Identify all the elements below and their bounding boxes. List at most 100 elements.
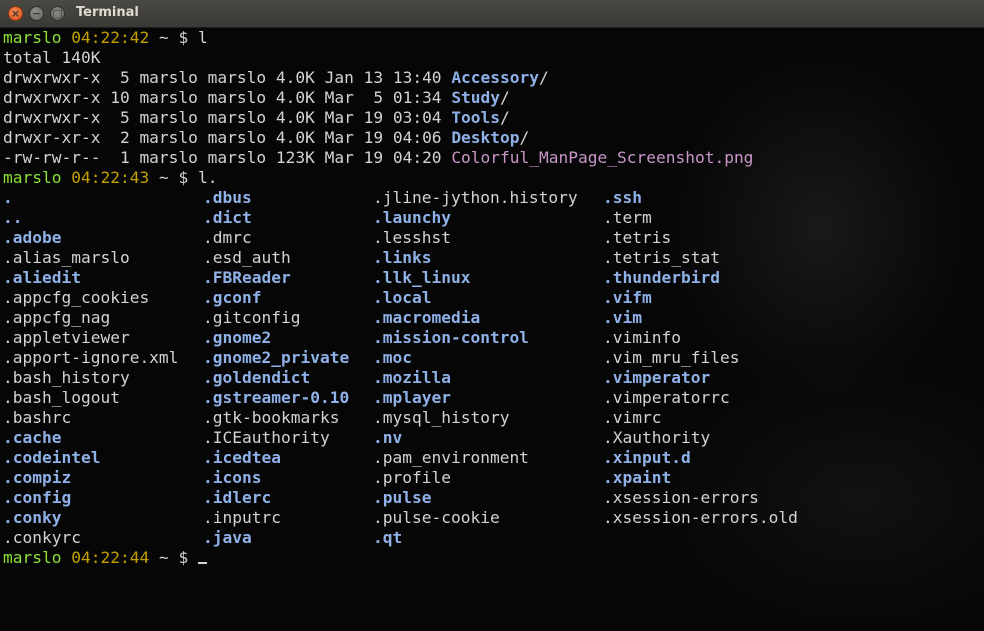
- directory-entry: .idlerc: [203, 488, 272, 507]
- minimize-icon[interactable]: −: [29, 6, 44, 21]
- maximize-icon[interactable]: □: [50, 6, 65, 21]
- file-entry: .ICEauthority: [203, 428, 330, 447]
- file-entry: .esd_auth: [203, 248, 291, 267]
- directory-entry: .llk_linux: [373, 268, 471, 287]
- listing-total: total 140K: [3, 48, 101, 67]
- prompt-symbol: $: [178, 28, 189, 47]
- file-entry: .profile: [373, 468, 451, 487]
- directory-name: Desktop: [451, 128, 520, 147]
- prompt-time: 04:22:44: [71, 548, 150, 567]
- directory-entry: .adobe: [3, 228, 62, 247]
- prompt-user: marslo: [3, 168, 62, 187]
- prompt-time: 04:22:43: [71, 168, 150, 187]
- directory-entry: .qt: [373, 528, 403, 547]
- command-text: l: [197, 28, 208, 47]
- terminal-window: × − □ Terminal marslo 04:22:42 ~ $ l tot…: [0, 0, 984, 631]
- path-suffix: /: [500, 88, 510, 107]
- directory-entry: .: [3, 188, 13, 207]
- directory-entry: .icedtea: [203, 448, 281, 467]
- prompt-path: ~: [158, 28, 169, 47]
- directory-entry: .vimperator: [603, 368, 711, 387]
- directory-entry: .pulse: [373, 488, 432, 507]
- directory-entry: .links: [373, 248, 432, 267]
- file-entry: .term: [603, 208, 652, 227]
- file-meta: drwxrwxr-x 5 marslo marslo 4.0K Jan 13 1…: [3, 68, 452, 87]
- text-cursor: [197, 548, 207, 564]
- directory-entry: .dict: [203, 208, 252, 227]
- file-entry: .vimperatorrc: [603, 388, 730, 407]
- path-suffix: /: [519, 128, 530, 147]
- directory-entry: .dbus: [203, 188, 252, 207]
- directory-entry: ..: [3, 208, 23, 227]
- file-entry: .pulse-cookie: [373, 508, 500, 527]
- directory-entry: .compiz: [3, 468, 72, 487]
- listing-row: drwxrwxr-x 5 marslo marslo 4.0K Jan 13 1…: [3, 68, 549, 88]
- prompt-line: marslo 04:22:42 ~ $ l: [3, 28, 208, 48]
- listing-row: drwxrwxr-x 5 marslo marslo 4.0K Mar 19 0…: [3, 108, 510, 128]
- prompt-line: marslo 04:22:44 ~ $: [3, 548, 207, 568]
- file-meta: drwxr-xr-x 2 marslo marslo 4.0K Mar 19 0…: [3, 128, 452, 147]
- file-meta: drwxrwxr-x 10 marslo marslo 4.0K Mar 5 0…: [3, 88, 452, 107]
- file-entry: .xsession-errors: [603, 488, 759, 507]
- file-entry: .tetris_stat: [603, 248, 720, 267]
- directory-entry: .launchy: [373, 208, 451, 227]
- path-suffix: /: [539, 68, 549, 87]
- directory-name: Tools: [451, 108, 501, 127]
- prompt-symbol: $: [178, 548, 189, 567]
- directory-entry: .moc: [373, 348, 412, 367]
- file-entry: .dmrc: [203, 228, 252, 247]
- file-entry: .bashrc: [3, 408, 72, 427]
- file-entry: .inputrc: [203, 508, 281, 527]
- directory-entry: .thunderbird: [603, 268, 720, 287]
- directory-entry: .aliedit: [3, 268, 81, 287]
- window-title: Terminal: [76, 5, 139, 20]
- listing-row: drwxr-xr-x 2 marslo marslo 4.0K Mar 19 0…: [3, 128, 529, 148]
- terminal-output[interactable]: marslo 04:22:42 ~ $ l total 140K drwxrwx…: [0, 28, 984, 631]
- directory-entry: .cache: [3, 428, 62, 447]
- file-entry: .mysql_history: [373, 408, 510, 427]
- directory-entry: .mozilla: [373, 368, 451, 387]
- file-entry: .bash_history: [3, 368, 130, 387]
- directory-entry: .java: [203, 528, 252, 547]
- file-entry: .bash_logout: [3, 388, 120, 407]
- prompt-symbol: $: [178, 168, 189, 187]
- file-entry: .conkyrc: [3, 528, 81, 547]
- file-entry: .tetris: [603, 228, 672, 247]
- directory-name: Study: [451, 88, 501, 107]
- file-entry: .apport-ignore.xml: [3, 348, 179, 367]
- title-bar: × − □ Terminal: [0, 0, 984, 28]
- file-entry: .alias_marslo: [3, 248, 130, 267]
- file-entry: .appcfg_cookies: [3, 288, 150, 307]
- file-entry: .lesshst: [373, 228, 451, 247]
- file-entry: .appcfg_nag: [3, 308, 111, 327]
- directory-entry: .nv: [373, 428, 403, 447]
- directory-entry: .FBReader: [203, 268, 291, 287]
- directory-entry: .xpaint: [603, 468, 672, 487]
- path-suffix: /: [500, 108, 510, 127]
- file-entry: .xsession-errors.old: [603, 508, 798, 527]
- prompt-user: marslo: [3, 28, 62, 47]
- directory-entry: .gnome2_private: [203, 348, 350, 367]
- close-icon[interactable]: ×: [8, 6, 23, 21]
- directory-entry: .vim: [603, 308, 642, 327]
- directory-entry: .gnome2: [203, 328, 272, 347]
- directory-entry: .config: [3, 488, 72, 507]
- directory-entry: .ssh: [603, 188, 642, 207]
- file-entry: .gtk-bookmarks: [203, 408, 340, 427]
- command-text: l.: [197, 168, 218, 187]
- directory-name: Accessory: [451, 68, 540, 87]
- prompt-user: marslo: [3, 548, 62, 567]
- file-entry: .vimrc: [603, 408, 662, 427]
- file-entry: .jline-jython.history: [373, 188, 578, 207]
- file-name: Colorful_ManPage_Screenshot.png: [451, 148, 754, 167]
- directory-entry: .goldendict: [203, 368, 311, 387]
- directory-entry: .xinput.d: [603, 448, 691, 467]
- directory-entry: .icons: [203, 468, 262, 487]
- file-entry: .gitconfig: [203, 308, 301, 327]
- prompt-path: ~: [158, 168, 169, 187]
- file-entry: .vim_mru_files: [603, 348, 740, 367]
- file-entry: .Xauthority: [603, 428, 711, 447]
- file-entry: .pam_environment: [373, 448, 529, 467]
- prompt-path: ~: [158, 548, 169, 567]
- file-meta: -rw-rw-r-- 1 marslo marslo 123K Mar 19 0…: [3, 148, 452, 167]
